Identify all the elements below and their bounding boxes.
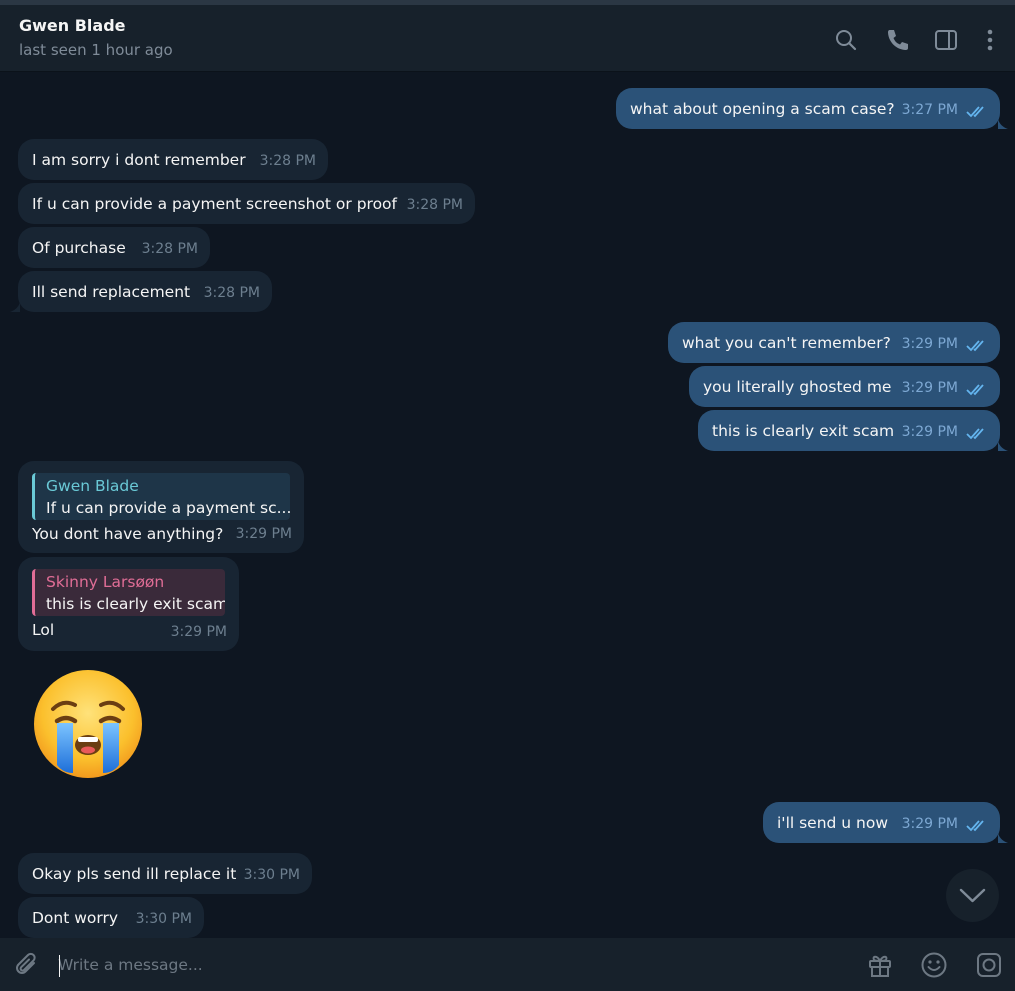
message-bubble-incoming[interactable]: If u can provide a payment screenshot or… bbox=[18, 183, 475, 224]
chat-header[interactable]: Gwen Blade last seen 1 hour ago bbox=[0, 5, 1015, 72]
loudly-crying-face-emoji[interactable] bbox=[33, 669, 143, 779]
message-bubble-incoming[interactable]: Okay pls send ill replace it 3:30 PM bbox=[18, 853, 312, 894]
emoji-icon[interactable] bbox=[920, 951, 948, 979]
attach-icon[interactable] bbox=[13, 951, 41, 979]
message-text: If u can provide a payment screenshot or… bbox=[32, 195, 397, 213]
scroll-to-bottom-button[interactable] bbox=[946, 869, 999, 922]
message-text: this is clearly exit scam bbox=[712, 422, 895, 440]
message-text: Dont worry bbox=[32, 909, 119, 927]
search-icon[interactable] bbox=[833, 27, 859, 53]
message-list[interactable]: what about opening a scam case? 3:27 PM … bbox=[0, 72, 1015, 938]
text-cursor bbox=[59, 955, 60, 977]
more-vertical-icon[interactable] bbox=[977, 27, 1003, 53]
read-ticks-icon bbox=[966, 427, 990, 441]
message-time: 3:27 PM bbox=[901, 102, 958, 118]
reply-author: Skinny Larsøøn bbox=[46, 573, 165, 591]
message-text: Of purchase bbox=[32, 239, 126, 257]
camera-icon[interactable] bbox=[975, 951, 1003, 979]
message-time: 3:30 PM bbox=[135, 911, 192, 927]
message-text: You dont have anything? bbox=[32, 525, 224, 543]
message-text: Ill send replacement bbox=[32, 283, 191, 301]
message-time: 3:29 PM bbox=[901, 424, 958, 440]
reply-quote[interactable]: Gwen Blade If u can provide a payment sc… bbox=[32, 473, 290, 520]
message-time: 3:29 PM bbox=[901, 380, 958, 396]
read-ticks-icon bbox=[966, 819, 990, 833]
message-bubble-incoming[interactable]: Of purchase 3:28 PM bbox=[18, 227, 210, 268]
message-time: 3:28 PM bbox=[406, 197, 463, 213]
message-time: 3:30 PM bbox=[243, 867, 300, 883]
message-text: Lol bbox=[32, 621, 55, 639]
message-text: i'll send u now bbox=[777, 814, 889, 832]
message-time: 3:29 PM bbox=[901, 816, 958, 832]
bubble-tail bbox=[998, 119, 1008, 129]
message-composer[interactable] bbox=[0, 938, 1015, 991]
message-time: 3:29 PM bbox=[901, 336, 958, 352]
message-time: 3:29 PM bbox=[170, 624, 227, 640]
message-time: 3:28 PM bbox=[259, 153, 316, 169]
message-bubble-outgoing[interactable]: this is clearly exit scam 3:29 PM bbox=[698, 410, 1000, 451]
message-bubble-incoming[interactable]: Ill send replacement 3:28 PM bbox=[18, 271, 272, 312]
message-text: what you can't remember? bbox=[682, 334, 891, 352]
message-bubble-outgoing[interactable]: what you can't remember? 3:29 PM bbox=[668, 322, 1000, 363]
message-text: you literally ghosted me bbox=[703, 378, 892, 396]
contact-status: last seen 1 hour ago bbox=[19, 41, 173, 59]
phone-icon[interactable] bbox=[884, 27, 910, 53]
gift-icon[interactable] bbox=[866, 951, 894, 979]
contact-name[interactable]: Gwen Blade bbox=[19, 16, 126, 35]
message-text: I am sorry i dont remember bbox=[32, 151, 246, 169]
read-ticks-icon bbox=[966, 339, 990, 353]
message-time: 3:29 PM bbox=[235, 526, 292, 542]
message-bubble-incoming-reply[interactable]: Gwen Blade If u can provide a payment sc… bbox=[18, 461, 304, 553]
message-bubble-outgoing[interactable]: what about opening a scam case? 3:27 PM bbox=[616, 88, 1000, 129]
message-time: 3:28 PM bbox=[141, 241, 198, 257]
message-text: Okay pls send ill replace it bbox=[32, 865, 237, 883]
message-bubble-outgoing[interactable]: you literally ghosted me 3:29 PM bbox=[689, 366, 1000, 407]
sidebar-toggle-icon[interactable] bbox=[933, 27, 959, 53]
reply-quote[interactable]: Skinny Larsøøn this is clearly exit scam bbox=[32, 569, 225, 616]
reply-author: Gwen Blade bbox=[46, 477, 139, 495]
message-time: 3:28 PM bbox=[203, 285, 260, 301]
reply-text: this is clearly exit scam bbox=[46, 595, 225, 613]
bubble-tail bbox=[998, 833, 1008, 843]
read-ticks-icon bbox=[966, 383, 990, 397]
bubble-tail bbox=[10, 302, 20, 312]
reply-text: If u can provide a payment sc... bbox=[46, 499, 290, 517]
message-bubble-incoming[interactable]: Dont worry 3:30 PM bbox=[18, 897, 204, 938]
message-bubble-incoming[interactable]: I am sorry i dont remember 3:28 PM bbox=[18, 139, 328, 180]
message-bubble-outgoing[interactable]: i'll send u now 3:29 PM bbox=[763, 802, 1000, 843]
message-bubble-incoming-reply[interactable]: Skinny Larsøøn this is clearly exit scam… bbox=[18, 557, 239, 651]
chevron-down-icon bbox=[959, 888, 986, 903]
bubble-tail bbox=[998, 441, 1008, 451]
read-ticks-icon bbox=[966, 105, 990, 119]
message-input[interactable] bbox=[58, 952, 838, 978]
message-text: what about opening a scam case? bbox=[630, 100, 895, 118]
